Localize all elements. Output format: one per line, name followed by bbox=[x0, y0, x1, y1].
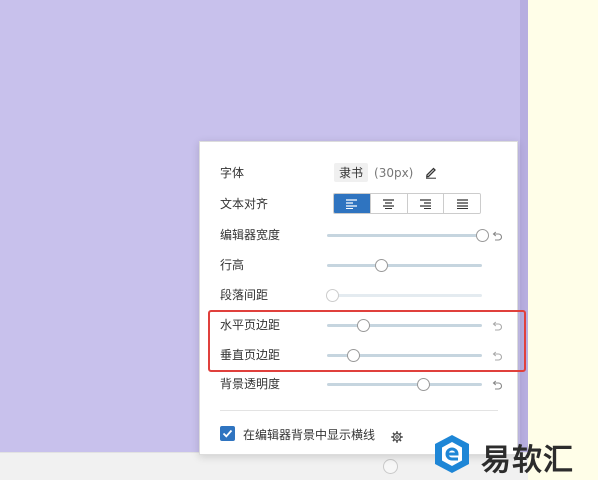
slider-label: 编辑器宽度 bbox=[220, 228, 281, 242]
align-justify-icon bbox=[456, 198, 468, 209]
slider-label: 背景透明度 bbox=[220, 377, 281, 391]
align-right-button[interactable] bbox=[407, 194, 445, 213]
slider-row-editor-width: 编辑器宽度 bbox=[220, 224, 510, 246]
slider-row-paragraph-spacing: 段落间距 bbox=[220, 284, 510, 306]
show-lines-checkbox[interactable] bbox=[220, 426, 235, 441]
slider-label: 段落间距 bbox=[220, 288, 269, 302]
watermark-text: 易软汇 bbox=[481, 443, 574, 478]
text-align-group bbox=[333, 193, 481, 214]
text-align-label: 文本对齐 bbox=[220, 197, 269, 211]
font-name: 隶书 bbox=[334, 163, 369, 182]
pencil-icon[interactable] bbox=[425, 164, 437, 179]
watermark-logo-icon bbox=[433, 434, 471, 474]
slider-row-line-height: 行高 bbox=[220, 254, 510, 276]
align-right-icon bbox=[419, 198, 431, 209]
line-height-slider[interactable] bbox=[327, 254, 482, 276]
slider-label: 行高 bbox=[220, 258, 245, 272]
show-lines-label: 在编辑器背景中显示横线 bbox=[243, 428, 376, 442]
slider-track bbox=[327, 264, 482, 267]
scrollbar[interactable] bbox=[520, 0, 528, 452]
settings-panel: 字体 隶书 (30px) 文本对齐 编辑器宽度 行高 段落间距 水平页边距 垂直… bbox=[199, 141, 518, 455]
slider-thumb[interactable] bbox=[375, 259, 389, 272]
slider-track bbox=[327, 234, 482, 237]
right-side-panel bbox=[528, 0, 598, 480]
align-center-icon bbox=[383, 198, 395, 209]
slider-thumb[interactable] bbox=[417, 378, 431, 391]
undo-icon[interactable] bbox=[491, 377, 503, 390]
align-justify-button[interactable] bbox=[444, 194, 480, 213]
paragraph-spacing-slider[interactable] bbox=[325, 284, 482, 306]
font-label: 字体 bbox=[220, 166, 245, 180]
highlight-box bbox=[208, 310, 526, 372]
align-left-icon bbox=[346, 198, 358, 209]
font-row: 字体 隶书 (30px) bbox=[220, 162, 500, 184]
font-size: (30px) bbox=[374, 166, 414, 180]
slider-thumb[interactable] bbox=[325, 289, 339, 302]
watermark: 易软汇 bbox=[433, 432, 598, 478]
align-left-button[interactable] bbox=[334, 194, 371, 213]
gear-icon[interactable] bbox=[391, 428, 403, 443]
slider-track bbox=[327, 383, 482, 386]
status-toggle-icon[interactable] bbox=[383, 459, 398, 474]
slider-row-background-opacity: 背景透明度 bbox=[220, 373, 510, 395]
align-center-button[interactable] bbox=[370, 194, 408, 213]
text-align-row: 文本对齐 bbox=[220, 193, 500, 215]
editor-width-slider[interactable] bbox=[327, 224, 489, 246]
background-opacity-slider[interactable] bbox=[327, 373, 482, 395]
slider-thumb[interactable] bbox=[476, 229, 489, 242]
slider-track bbox=[327, 294, 482, 297]
checkmark-icon bbox=[222, 429, 233, 438]
divider bbox=[220, 410, 498, 411]
undo-icon[interactable] bbox=[491, 228, 503, 241]
font-value: 隶书 (30px) bbox=[334, 162, 436, 182]
